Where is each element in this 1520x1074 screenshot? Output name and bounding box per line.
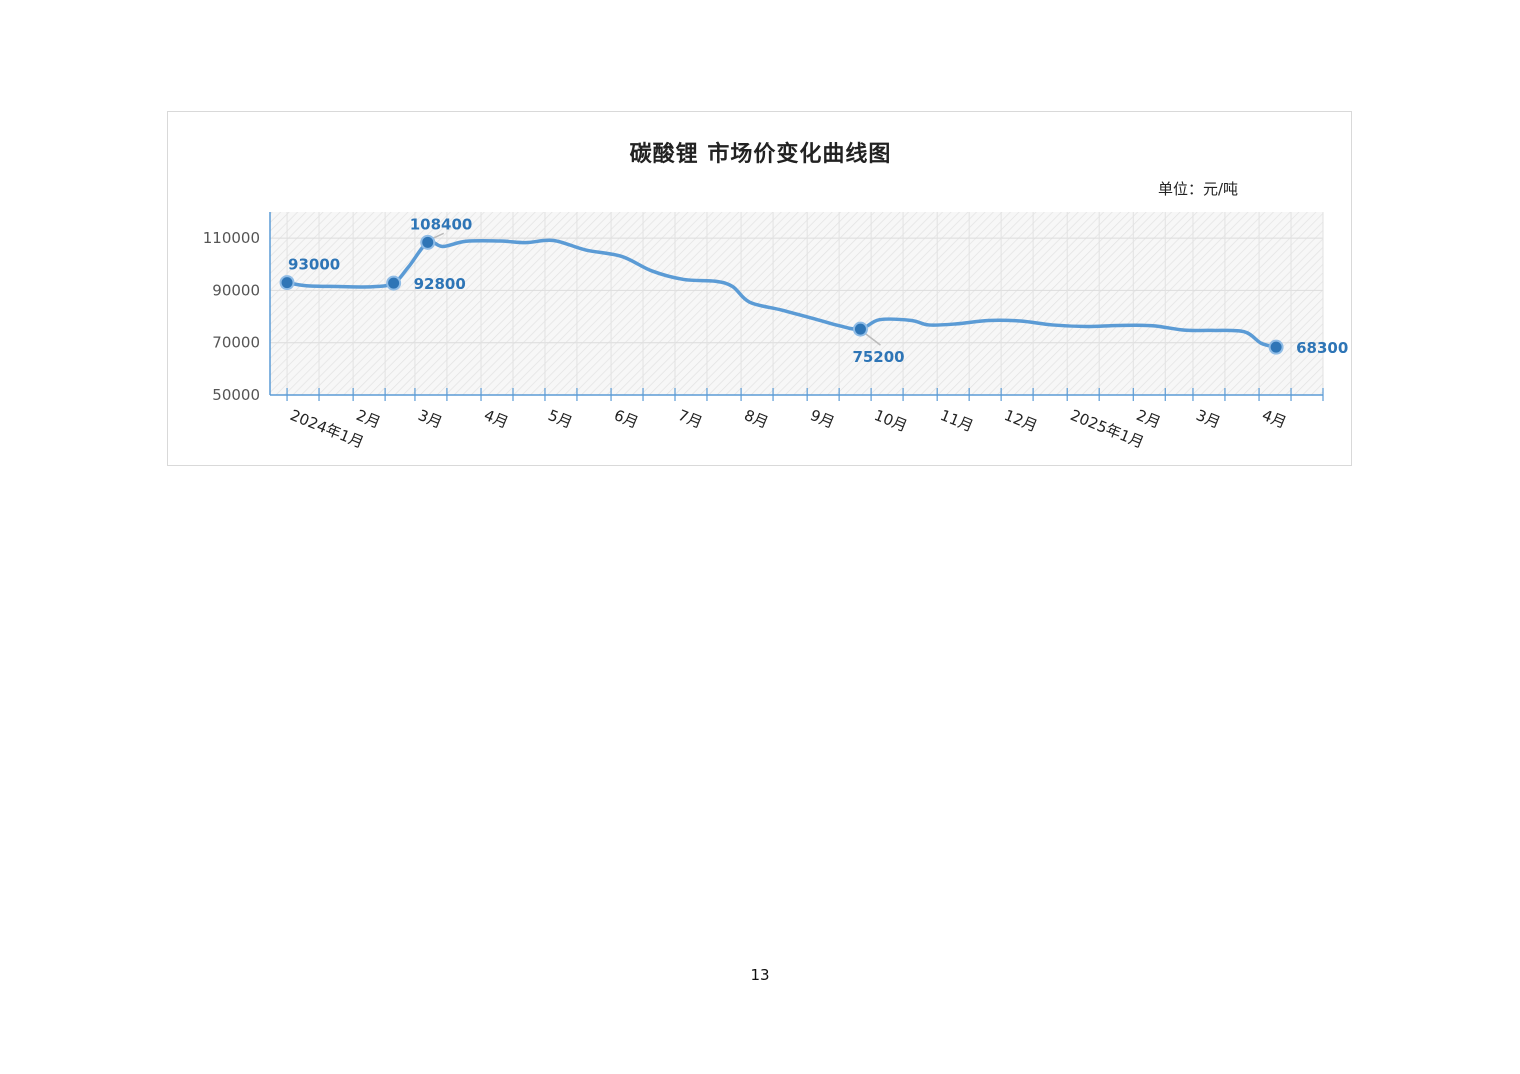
y-tick-label: 110000 [203,229,260,247]
x-tick-label: 2月 [354,406,384,432]
x-tick-label: 3月 [415,406,445,432]
x-tick-label: 4月 [1260,406,1290,432]
page-number: 13 [750,966,770,984]
y-tick-label: 70000 [212,334,260,352]
x-tick-label: 9月 [808,406,838,432]
price-line-chart: 5000070000900001100002024年1月2月 3月 4月 5月 6月 7月… [203,212,1348,452]
y-tick-label: 90000 [212,281,260,299]
x-tick-label: 7月 [676,406,706,432]
x-tick-label: 12月 [1002,406,1040,435]
data-point-marker [420,234,436,250]
data-point-marker [852,321,868,337]
x-tick-label: 3月 [1193,406,1223,432]
y-tick-label: 50000 [212,386,260,404]
x-tick-label: 8月 [742,406,772,432]
x-tick-label: 2024年1月 [288,406,367,452]
data-label: 108400 [410,215,473,233]
x-tick-label: 6月 [612,406,642,432]
x-tick-label: 2月 [1134,406,1164,432]
data-point-marker [279,275,295,291]
x-tick-label: 11月 [938,406,976,435]
x-tick-label: 10月 [872,406,910,435]
data-point-marker [386,275,402,291]
chart-frame: 碳酸锂 市场价变化曲线图 单位：元/吨 50000 70000 90000 11000… [167,111,1352,466]
data-label: 92800 [414,275,466,293]
data-label: 68300 [1296,339,1348,357]
data-point-marker [1268,339,1284,355]
data-label: 93000 [288,256,340,274]
data-label: 75200 [852,348,904,366]
x-tick-label: 5月 [545,406,575,432]
x-tick-label: 4月 [482,406,512,432]
x-tick-label: 2025年1月 [1068,406,1147,452]
